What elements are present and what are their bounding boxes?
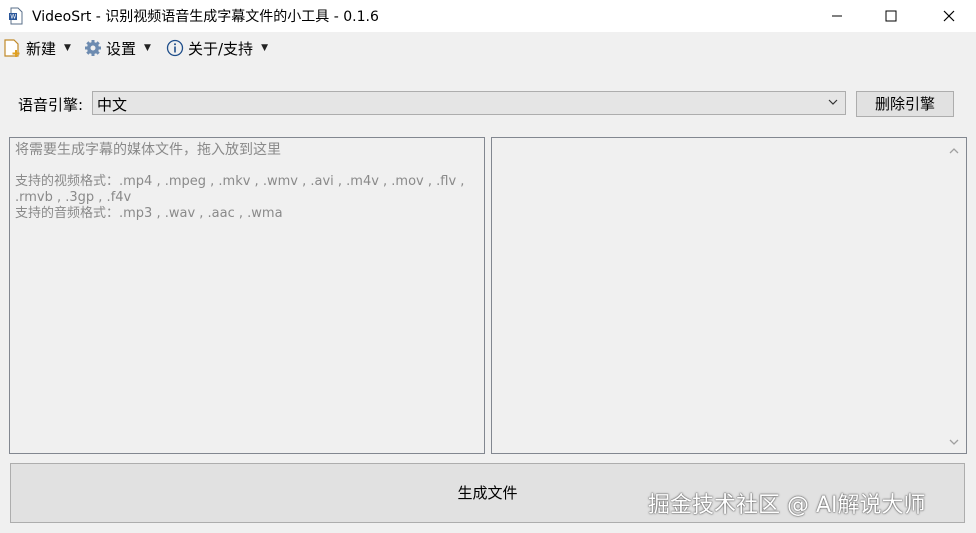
menu-settings[interactable]: 设置 ▼ (84, 34, 151, 62)
close-button[interactable] (926, 0, 972, 32)
minimize-icon (832, 15, 842, 17)
new-file-icon (4, 39, 20, 57)
scroll-up-arrow-icon[interactable] (948, 146, 960, 156)
chevron-down-icon (828, 99, 838, 105)
menu-about[interactable]: 关于/支持 ▼ (166, 34, 268, 62)
video-formats-line2: .rmvb , .3gp , .f4v (15, 190, 132, 205)
engine-select[interactable]: 中文 (92, 91, 846, 115)
menu-about-label: 关于/支持 (188, 39, 254, 58)
video-formats-line1: 支持的视频格式：.mp4 , .mpeg , .mkv , .wmv , .av… (15, 174, 465, 189)
menu-new-label: 新建 (26, 39, 57, 58)
maximize-icon (885, 10, 897, 22)
drop-hint-title: 将需要生成字幕的媒体文件，拖入放到这里 (15, 142, 281, 158)
close-icon (943, 10, 955, 22)
chevron-down-icon: ▼ (144, 43, 151, 53)
info-icon (166, 39, 184, 57)
gear-icon (85, 40, 101, 56)
document-icon: W (9, 7, 23, 25)
title-bar[interactable]: W VideoSrt - 识别视频语音生成字幕文件的小工具 - 0.1.6 (0, 0, 976, 32)
delete-engine-button[interactable]: 删除引擎 (856, 91, 954, 117)
maximize-button[interactable] (868, 0, 914, 32)
scroll-down-arrow-icon[interactable] (948, 437, 960, 447)
audio-formats: 支持的音频格式：.mp3 , .wav , .aac , .wma (15, 206, 283, 221)
chevron-down-icon: ▼ (64, 43, 71, 53)
svg-text:W: W (10, 14, 16, 21)
menu-bar: 新建 ▼ 设置 ▼ 关于/支持 ▼ (0, 34, 976, 62)
minimize-button[interactable] (814, 0, 860, 32)
output-log[interactable] (491, 137, 967, 454)
menu-settings-label: 设置 (106, 39, 137, 58)
menu-new[interactable]: 新建 ▼ (2, 34, 71, 62)
drop-hint: 将需要生成字幕的媒体文件，拖入放到这里 支持的视频格式：.mp4 , .mpeg… (15, 142, 475, 222)
engine-selected-value: 中文 (97, 96, 128, 114)
engine-label: 语音引擎: (18, 96, 84, 114)
watermark: 掘金技术社区 @ AI解说大师 (648, 493, 926, 518)
window-title: VideoSrt - 识别视频语音生成字幕文件的小工具 - 0.1.6 (32, 9, 379, 25)
drop-zone[interactable]: 将需要生成字幕的媒体文件，拖入放到这里 支持的视频格式：.mp4 , .mpeg… (9, 137, 485, 454)
chevron-down-icon: ▼ (261, 43, 268, 53)
